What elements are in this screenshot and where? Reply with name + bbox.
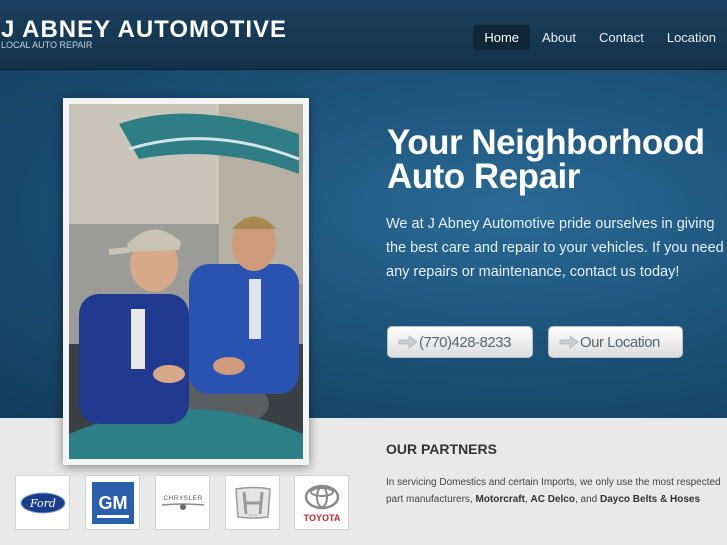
honda-logo-text: Honda <box>248 513 257 517</box>
ford-logo-text: Ford <box>29 497 56 510</box>
honda-logo: Honda <box>225 475 280 530</box>
chrysler-logo-text: CHRYSLER <box>163 495 202 502</box>
chrysler-logo-icon: CHRYSLER <box>161 495 204 510</box>
nav-about[interactable]: About <box>531 25 587 50</box>
arrow-right-icon <box>398 335 418 349</box>
hero-description: We at J Abney Automotive pride ourselves… <box>386 216 724 280</box>
main-nav: Home About Contact Location <box>472 25 727 50</box>
gm-logo-icon: GM <box>91 481 134 524</box>
nav-home[interactable]: Home <box>473 25 531 50</box>
ford-logo: Ford <box>15 475 70 530</box>
phone-button-label: (770)428-8233 <box>419 333 511 351</box>
site-header: J ABNEY AUTOMOTIVE LOCAL AUTO REPAIR Hom… <box>0 0 727 70</box>
honda-logo-icon: Honda <box>234 486 271 519</box>
site-subtitle: LOCAL AUTO REPAIR <box>1 40 93 50</box>
partner-acdelco: AC Delco <box>530 494 575 505</box>
toyota-logo-text: TOYOTA <box>303 513 340 523</box>
partners-heading: OUR PARTNERS <box>386 441 497 457</box>
arrow-right-icon <box>559 335 579 349</box>
partners-separator: , and <box>574 494 598 505</box>
hero-title: Your Neighborhood Auto Repair <box>387 123 705 196</box>
partners-description: In servicing Domestics and certain Impor… <box>386 474 726 508</box>
ford-logo-icon: Ford <box>20 492 65 513</box>
phone-button[interactable]: (770)428-8233 <box>387 326 533 358</box>
gm-logo-text: GM <box>98 493 127 513</box>
nav-contact[interactable]: Contact <box>588 25 655 50</box>
nav-location[interactable]: Location <box>656 25 727 50</box>
toyota-logo-icon: TOYOTA <box>303 484 340 523</box>
partner-dayco: Dayco Belts & Hoses <box>600 494 701 505</box>
mechanics-photo <box>63 98 309 465</box>
location-button[interactable]: Our Location <box>548 326 683 358</box>
toyota-logo: TOYOTA <box>294 475 349 530</box>
location-button-label: Our Location <box>580 333 660 351</box>
mechanics-photo-image <box>69 104 303 459</box>
gm-logo: GM <box>85 475 140 530</box>
partners-separator: , <box>524 494 528 505</box>
chrysler-logo: CHRYSLER <box>155 475 210 530</box>
partner-motorcraft: Motorcraft <box>475 494 525 505</box>
